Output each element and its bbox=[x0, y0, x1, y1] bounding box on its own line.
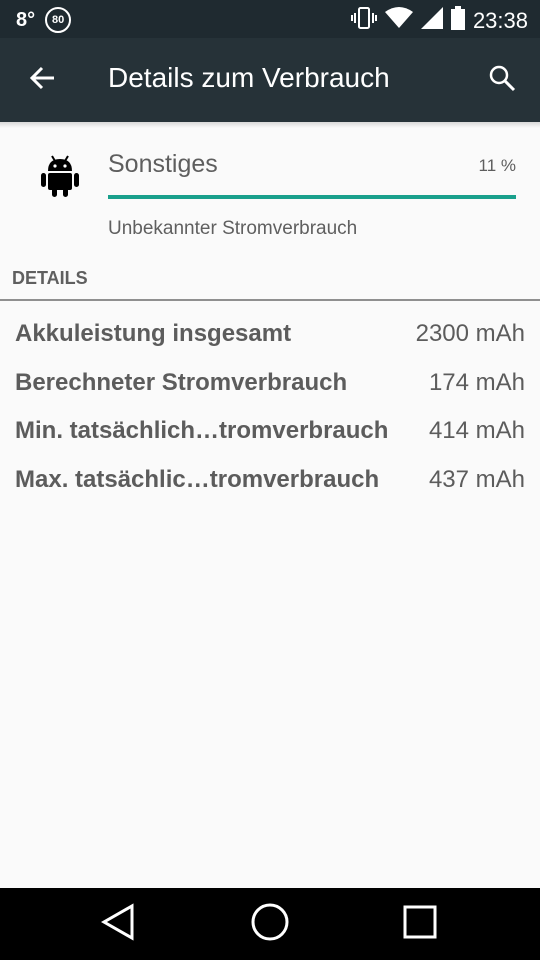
details-section-title: DETAILS bbox=[12, 268, 88, 288]
detail-label: Berechneter Stromverbrauch bbox=[15, 368, 348, 396]
usage-item-header: Sonstiges 11 % Unbekannter Stromverbrauc… bbox=[0, 130, 540, 250]
detail-row-total-capacity: Akkuleistung insgesamt 2300 mAh bbox=[15, 310, 525, 359]
vibrate-icon bbox=[350, 6, 377, 35]
page-title: Details zum Verbrauch bbox=[108, 62, 390, 93]
detail-row-max-actual-usage: Max. tatsächlic…tromverbrauch 437 mAh bbox=[15, 456, 525, 505]
search-icon bbox=[488, 64, 516, 97]
nav-recents-button[interactable] bbox=[396, 902, 444, 946]
temperature-text: 8° bbox=[16, 8, 36, 31]
back-triangle-icon bbox=[100, 902, 136, 946]
details-list: Akkuleistung insgesamt 2300 mAh Berechne… bbox=[15, 310, 525, 504]
status-bar: 8° 80 23:38 bbox=[0, 0, 540, 38]
wifi-icon bbox=[384, 7, 413, 34]
detail-row-computed-usage: Berechneter Stromverbrauch 174 mAh bbox=[15, 359, 525, 408]
status-bar-right: 23:38 bbox=[350, 6, 528, 35]
detail-value: 2300 mAh bbox=[415, 320, 525, 348]
search-button[interactable] bbox=[480, 58, 524, 102]
detail-label: Min. tatsächlich…tromverbrauch bbox=[15, 417, 389, 445]
notification-badge: 80 bbox=[45, 7, 72, 33]
back-arrow-icon bbox=[29, 66, 55, 95]
item-percent: 11 % bbox=[478, 156, 517, 175]
detail-value: 414 mAh bbox=[428, 417, 525, 445]
home-circle-icon bbox=[250, 902, 290, 947]
nav-back-button[interactable] bbox=[94, 902, 142, 946]
back-button[interactable] bbox=[20, 58, 64, 102]
app-bar-shadow bbox=[0, 122, 540, 128]
battery-icon bbox=[450, 6, 465, 35]
recents-square-icon bbox=[402, 904, 438, 945]
clock-text: 23:38 bbox=[472, 7, 528, 33]
app-bar: Details zum Verbrauch bbox=[0, 38, 540, 122]
detail-label: Akkuleistung insgesamt bbox=[15, 320, 292, 348]
detail-row-min-actual-usage: Min. tatsächlich…tromverbrauch 414 mAh bbox=[15, 407, 525, 456]
section-divider bbox=[0, 299, 540, 301]
nav-home-button[interactable] bbox=[246, 902, 294, 946]
signal-icon bbox=[420, 7, 443, 34]
usage-progress-fill bbox=[108, 195, 516, 199]
navigation-bar bbox=[0, 888, 540, 960]
item-name: Sonstiges bbox=[108, 150, 218, 178]
status-bar-left: 8° 80 bbox=[16, 7, 72, 33]
detail-value: 174 mAh bbox=[428, 368, 525, 396]
item-summary: Unbekannter Stromverbrauch bbox=[108, 218, 358, 239]
android-icon bbox=[40, 154, 80, 198]
detail-label: Max. tatsächlic…tromverbrauch bbox=[15, 465, 380, 493]
detail-value: 437 mAh bbox=[428, 465, 525, 493]
usage-progress-bar bbox=[108, 195, 516, 199]
